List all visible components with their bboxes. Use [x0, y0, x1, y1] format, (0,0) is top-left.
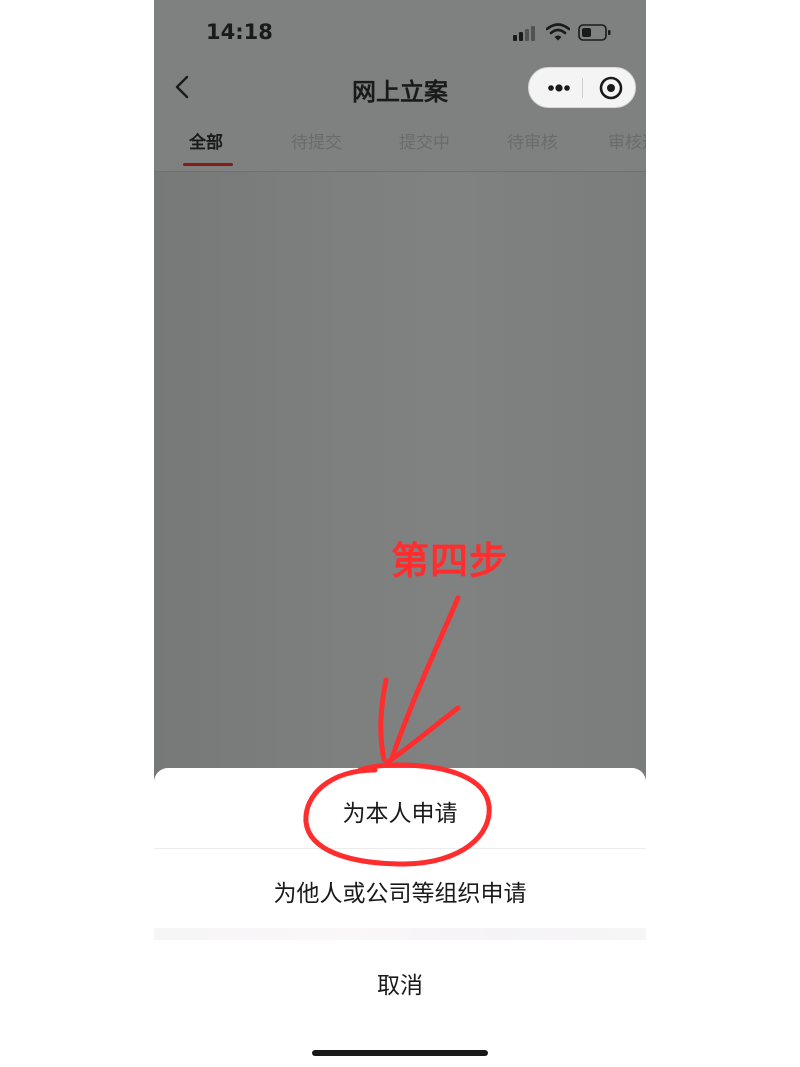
wifi-icon — [545, 22, 571, 42]
tab-all[interactable]: 全部 — [189, 128, 223, 153]
annotation-step-label: 第四步 — [391, 539, 509, 583]
sheet-divider — [154, 848, 646, 849]
status-time: 14:18 — [206, 20, 273, 44]
screenshot-stage: 14:18 网上立案 全部 待提交 提交中 待审核 审核 为本人申请 为他人或公… — [0, 0, 800, 1067]
tab-pending-submit[interactable]: 待提交 — [291, 128, 342, 153]
tab-bar-divider — [154, 171, 646, 172]
apply-for-self-button[interactable]: 为本人申请 — [154, 794, 646, 828]
home-indicator — [312, 1050, 488, 1056]
capsule-separator — [582, 78, 583, 98]
more-dots-icon[interactable] — [537, 68, 581, 108]
miniprogram-capsule — [528, 67, 636, 108]
apply-for-others-button[interactable]: 为他人或公司等组织申请 — [154, 874, 646, 908]
action-sheet: 为本人申请 为他人或公司等组织申请 取消 — [154, 768, 646, 1067]
target-circle-icon[interactable] — [587, 68, 633, 108]
battery-icon — [578, 24, 612, 41]
cellular-signal-icon — [513, 25, 539, 41]
active-tab-indicator — [183, 163, 233, 166]
tab-review-passed[interactable]: 审核通过 — [608, 128, 646, 153]
sheet-gap — [154, 928, 646, 940]
cancel-button[interactable]: 取消 — [154, 966, 646, 1000]
tab-submitting[interactable]: 提交中 — [399, 128, 450, 153]
dimmed-overlay[interactable] — [154, 172, 646, 792]
tab-pending-review[interactable]: 待审核 — [507, 128, 558, 153]
